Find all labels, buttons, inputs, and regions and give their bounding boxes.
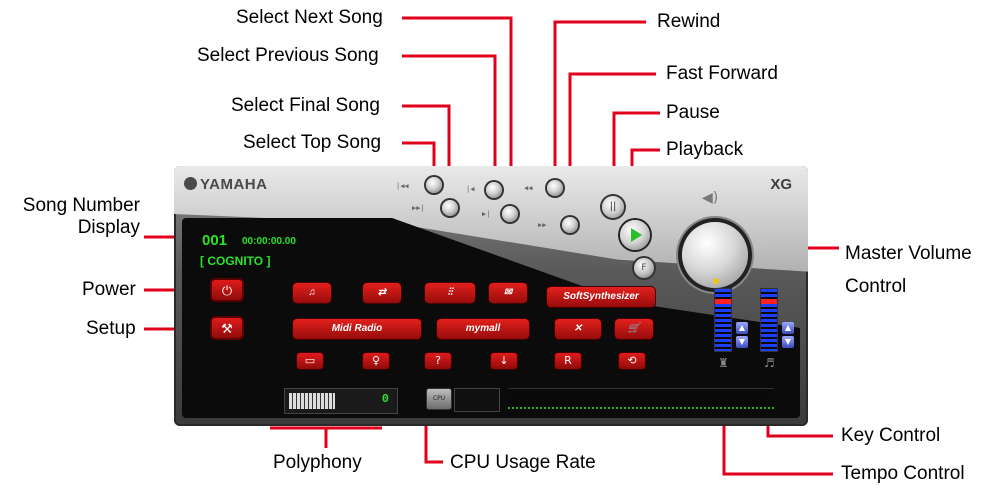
callout-select-next-song: Select Next Song: [236, 7, 383, 28]
tempo-meter: [714, 288, 732, 352]
xg-app-icon: ✕: [573, 323, 583, 334]
export-app-button[interactable]: ⇄: [362, 282, 402, 304]
callout-polyphony: Polyphony: [273, 452, 362, 473]
select-previous-song-button[interactable]: [486, 182, 502, 198]
setup-button[interactable]: ⚒: [210, 316, 244, 340]
key-up-arrow-icon[interactable]: ▲: [782, 322, 794, 334]
help-icon: ?: [435, 354, 441, 367]
final-song-glyph: ▶▶|: [412, 204, 425, 212]
callout-key-control: Key Control: [841, 425, 941, 446]
download-icon: ↓: [499, 354, 509, 367]
brand-text: YAMAHA: [200, 176, 268, 193]
power-icon: ⏻: [221, 284, 233, 299]
key-meter: [760, 288, 778, 352]
callout-playback: Playback: [666, 139, 744, 160]
wrench-icon: ⚒: [221, 322, 233, 337]
cpu-usage-graph: [508, 388, 774, 411]
tempo-meter-marker: [715, 299, 731, 304]
export-icon: ⇄: [377, 287, 387, 298]
record-button[interactable]: R: [554, 352, 582, 370]
repeat-button[interactable]: ⟲: [618, 352, 646, 370]
folder-icon: ▭: [304, 354, 316, 367]
polyphony-display: 0: [284, 388, 398, 414]
callout-pause: Pause: [666, 102, 720, 123]
key-note-icon: ♬: [764, 356, 775, 370]
rewind-button[interactable]: [547, 180, 563, 196]
tempo-up-arrow-icon[interactable]: ▲: [736, 322, 748, 334]
callout-setup: Setup: [86, 318, 136, 339]
metronome-icon: ♜: [718, 356, 729, 370]
select-final-song-button[interactable]: [442, 200, 458, 216]
select-next-song-button[interactable]: [502, 206, 518, 222]
mic-icon: ♀: [371, 354, 381, 367]
mixer-app-button[interactable]: ⫶⫶: [424, 282, 476, 304]
cpu-usage-meter: [454, 388, 500, 412]
key-down-arrow-icon[interactable]: ▼: [782, 336, 794, 348]
yamaha-emblem-icon: [184, 177, 197, 190]
soft-synthesizer-button[interactable]: SoftSynthesizer: [546, 286, 656, 308]
previous-song-glyph: |◀: [466, 185, 475, 193]
piano-keys-icon: [289, 393, 335, 409]
xg-app-button[interactable]: ✕: [554, 318, 602, 340]
fast-forward-glyph: ▶▶: [538, 221, 547, 229]
score-icon: ♫: [308, 287, 316, 298]
yamaha-logo: YAMAHA: [184, 176, 267, 193]
mixer-icon: ⫶⫶: [447, 287, 453, 298]
callout-select-top-song: Select Top Song: [243, 132, 382, 153]
callout-master-volume-control: Master Volume Control: [845, 243, 972, 297]
pause-button[interactable]: ||: [602, 196, 624, 218]
speaker-icon: ◀): [702, 190, 719, 206]
fast-forward-button[interactable]: [562, 217, 578, 233]
next-song-glyph: ▶|: [482, 210, 491, 218]
mic-util-button[interactable]: ♀: [362, 352, 390, 370]
polyphony-value: 0: [381, 392, 389, 406]
callout-tempo-control: Tempo Control: [841, 463, 965, 484]
rewind-glyph: ◀◀: [524, 184, 533, 192]
callout-fast-forward: Fast Forward: [666, 63, 778, 84]
help-button[interactable]: ?: [424, 352, 452, 370]
cart-icon: 🛒: [627, 323, 641, 334]
playback-button[interactable]: [620, 220, 650, 250]
song-title-display: [ COGNITO ]: [200, 254, 271, 268]
elapsed-time-display: 00:00:00.00: [242, 236, 296, 247]
cpu-graph-baseline: [508, 407, 774, 409]
tempo-down-arrow-icon[interactable]: ▼: [736, 336, 748, 348]
key-meter-marker: [761, 299, 777, 304]
repeat-icon: ⟲: [627, 354, 637, 367]
callout-cpu-usage-rate: CPU Usage Rate: [450, 452, 596, 473]
select-top-song-button[interactable]: [426, 177, 442, 193]
top-song-glyph: |◀◀: [396, 182, 409, 190]
midi-player-window: YAMAHA XG |◀◀ ▶▶| |◀ ▶| ◀◀ ▶▶ || F ◀) 00…: [174, 166, 808, 426]
callout-select-previous-song: Select Previous Song: [197, 45, 379, 66]
midi-radio-button[interactable]: Midi Radio: [292, 318, 422, 340]
callout-song-number-display: Song Number Display: [22, 195, 140, 238]
tempo-arrows: ▲ ▼: [736, 322, 748, 348]
record-icon: R: [564, 354, 572, 367]
mymall-button[interactable]: mymall: [436, 318, 530, 340]
power-button[interactable]: ⏻: [210, 278, 244, 302]
cpu-chip-icon: CPU: [426, 388, 452, 410]
score-app-button[interactable]: ♫: [292, 282, 332, 304]
callout-power: Power: [82, 279, 136, 300]
xg-logo: XG: [770, 176, 792, 193]
key-arrows: ▲ ▼: [782, 322, 794, 348]
mail-app-button[interactable]: ✉: [488, 282, 528, 304]
mail-icon: ✉: [503, 287, 513, 298]
download-button[interactable]: ↓: [490, 352, 518, 370]
cart-app-button[interactable]: 🛒: [614, 318, 654, 340]
display-toggle-button[interactable]: F: [634, 258, 654, 278]
folder-util-button[interactable]: ▭: [296, 352, 324, 370]
song-number-display: 001: [202, 232, 228, 249]
callout-select-final-song: Select Final Song: [231, 95, 380, 116]
volume-indicator: [713, 278, 719, 284]
callout-rewind: Rewind: [657, 11, 721, 32]
